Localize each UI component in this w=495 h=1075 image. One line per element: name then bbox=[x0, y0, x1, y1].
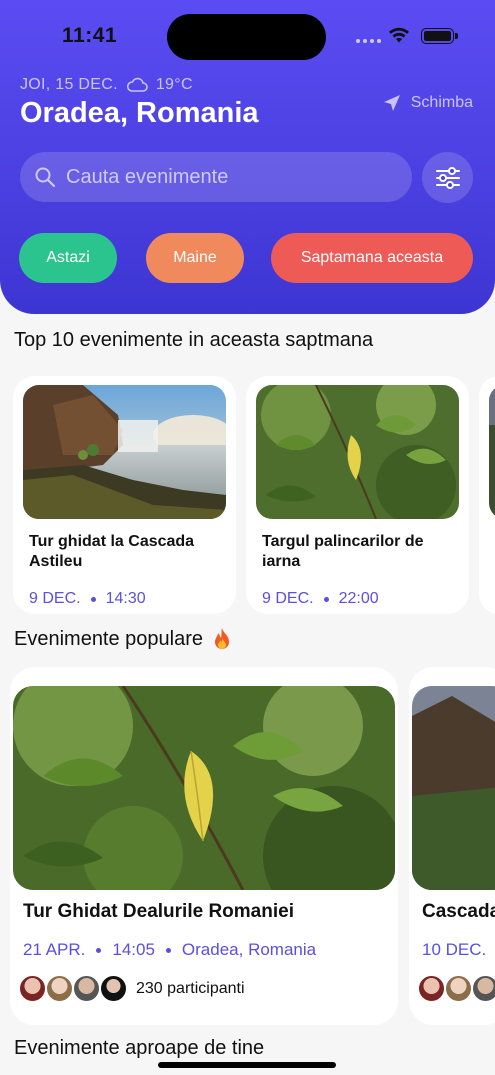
separator-dot bbox=[165, 947, 171, 953]
participants-count: 230 participanti bbox=[136, 979, 245, 997]
search-icon bbox=[35, 167, 56, 188]
avatar bbox=[99, 974, 128, 1003]
event-card[interactable]: Tur ghidat la Cascada Astileu 9 DEC. 14:… bbox=[13, 376, 236, 614]
avatar bbox=[471, 974, 495, 1003]
change-location-button[interactable]: Schimba bbox=[383, 94, 473, 112]
nearby-section-title: Evenimente aproape de tine bbox=[14, 1037, 265, 1059]
temperature-label: 19°C bbox=[155, 76, 193, 93]
event-date: 10 DEC. bbox=[422, 940, 487, 959]
event-image-leaves bbox=[256, 385, 459, 519]
event-image-rocks bbox=[412, 686, 495, 890]
event-location: Oradea, Romania bbox=[181, 940, 317, 959]
event-date: 21 APR. bbox=[23, 940, 86, 959]
event-card-partial[interactable] bbox=[479, 376, 495, 614]
location-arrow-icon bbox=[383, 95, 400, 111]
date-weather: JOI, 15 DEC. 19°C bbox=[20, 76, 193, 94]
avatar bbox=[45, 974, 74, 1003]
event-title: Targul palincarilor de iarna bbox=[262, 533, 424, 570]
change-label: Schimba bbox=[410, 94, 473, 111]
cloud-icon bbox=[126, 77, 148, 92]
event-time: 14:30 bbox=[105, 590, 146, 607]
event-details: 10 DEC. bbox=[422, 940, 495, 960]
header: 11:41 JOI, 15 DEC. 19°C Oradea, Romania … bbox=[0, 0, 495, 314]
filter-button[interactable] bbox=[422, 152, 473, 203]
event-title: Tur ghidat la Cascada Astileu bbox=[29, 533, 195, 570]
participants-row[interactable] bbox=[417, 974, 495, 1003]
event-time: 22:00 bbox=[338, 590, 379, 607]
avatar bbox=[444, 974, 473, 1003]
event-card[interactable]: Targul palincarilor de iarna 9 DEC. 22:0… bbox=[246, 376, 469, 614]
filter-chip-today[interactable]: Astazi bbox=[19, 233, 117, 283]
event-datetime: 9 DEC. 14:30 bbox=[29, 590, 146, 608]
wifi-icon bbox=[389, 27, 409, 43]
event-title: Tur Ghidat Dealurile Romaniei bbox=[23, 901, 294, 922]
event-title: Cascada bbox=[422, 901, 495, 922]
event-image-partial bbox=[489, 385, 495, 519]
battery-icon bbox=[421, 28, 458, 44]
event-date: 9 DEC. bbox=[29, 590, 81, 607]
event-datetime: 9 DEC. 22:00 bbox=[262, 590, 379, 608]
sliders-icon bbox=[435, 166, 460, 189]
event-time: 14:05 bbox=[112, 940, 155, 959]
signal-icon bbox=[356, 39, 381, 43]
filter-chip-tomorrow[interactable]: Maine bbox=[146, 233, 244, 283]
status-time: 11:41 bbox=[62, 24, 118, 47]
avatar bbox=[72, 974, 101, 1003]
search-bar[interactable] bbox=[20, 152, 412, 202]
participants-row[interactable]: 230 participanti bbox=[18, 974, 245, 1003]
avatar bbox=[417, 974, 446, 1003]
event-image-waterfall bbox=[23, 385, 226, 519]
event-details: 21 APR. 14:05 Oradea, Romania bbox=[23, 940, 316, 960]
popular-title-text: Evenimente populare bbox=[14, 627, 204, 650]
separator-dot bbox=[323, 596, 329, 602]
avatar bbox=[18, 974, 47, 1003]
popular-event-card-partial[interactable]: Cascada 10 DEC. bbox=[409, 667, 495, 1025]
separator-dot bbox=[96, 947, 102, 953]
search-input[interactable] bbox=[66, 165, 386, 189]
event-date: 9 DEC. bbox=[262, 590, 314, 607]
home-indicator[interactable] bbox=[158, 1062, 336, 1068]
separator-dot bbox=[90, 596, 96, 602]
city-title: Oradea, Romania bbox=[20, 97, 259, 129]
popular-section-title: Evenimente populare bbox=[14, 627, 233, 651]
event-image-leaves-large bbox=[13, 686, 395, 890]
fire-icon bbox=[215, 628, 230, 649]
dynamic-island bbox=[167, 14, 326, 60]
date-label: JOI, 15 DEC. bbox=[20, 76, 118, 93]
filter-chip-this-week[interactable]: Saptamana aceasta bbox=[271, 233, 473, 283]
popular-event-card[interactable]: Tur Ghidat Dealurile Romaniei 21 APR. 14… bbox=[10, 667, 398, 1025]
top10-section-title: Top 10 evenimente in aceasta saptmana bbox=[14, 329, 374, 351]
status-bar: 11:41 bbox=[0, 0, 495, 70]
